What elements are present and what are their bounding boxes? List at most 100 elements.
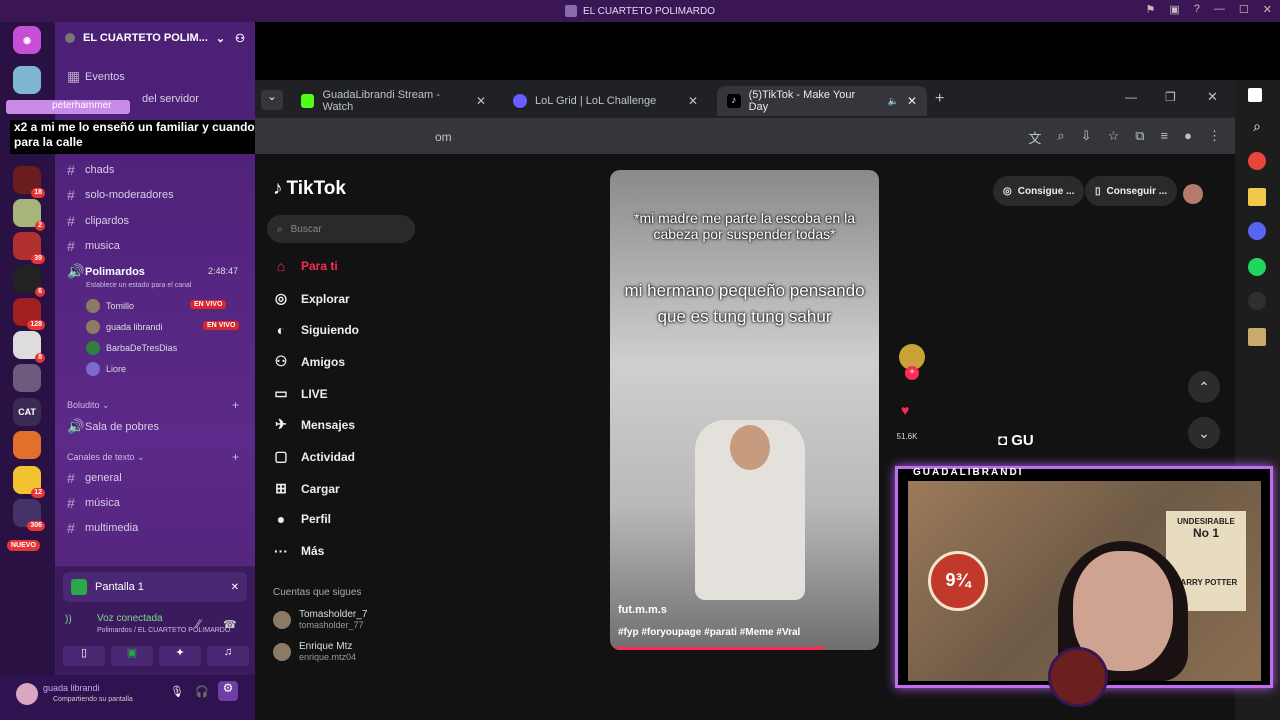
voice-user-tomillo[interactable]: Tomillo	[86, 299, 134, 313]
add-channel-icon[interactable]: +	[232, 398, 239, 412]
nav-actividad[interactable]: ▢ Actividad	[273, 448, 355, 465]
close-button[interactable]: ✕	[1263, 3, 1272, 16]
server-icon-2[interactable]: 18	[13, 166, 45, 198]
follow-plus-icon[interactable]: +	[905, 366, 919, 380]
install-icon[interactable]: ⇩	[1081, 128, 1092, 147]
settings-icon[interactable]: ⚙	[218, 681, 238, 701]
server-header[interactable]: EL CUARTETO POLIM... ⌄ ⚇	[55, 22, 255, 54]
profile-avatar-icon[interactable]: ●	[1184, 128, 1192, 147]
server-icon-11[interactable]: 12	[13, 466, 45, 498]
previous-video-button[interactable]: ⌃	[1188, 371, 1220, 403]
home-button[interactable]: ◉	[13, 26, 41, 54]
nav-para-ti[interactable]: ⌂ Para ti	[273, 258, 338, 274]
heart-icon[interactable]: ♥	[901, 402, 909, 418]
server-icon-10[interactable]	[13, 431, 41, 459]
profile-avatar[interactable]	[1183, 184, 1203, 204]
soundboard-button[interactable]: ♫	[207, 646, 249, 666]
voice-user-liore[interactable]: Liore	[86, 362, 126, 376]
server-icon-4[interactable]: 39	[13, 232, 45, 264]
restore-icon[interactable]: ❐	[1165, 90, 1176, 104]
obs-icon[interactable]	[1248, 292, 1266, 310]
channel-general[interactable]: # general	[67, 470, 122, 486]
search-input[interactable]: ⌕ Buscar	[267, 215, 415, 243]
share-screen-button[interactable]: ▣	[111, 646, 153, 666]
activities-button[interactable]: ✦	[159, 646, 201, 666]
video-player[interactable]: *mi madre me parte la escoba en la cabez…	[610, 170, 879, 650]
server-guide-item[interactable]: del servidor	[142, 93, 199, 105]
close-share-icon[interactable]: ✕	[231, 582, 239, 593]
voice-location[interactable]: Polimardos / EL CUARTETO POLIMARDO	[97, 627, 230, 634]
close-window-icon[interactable]: ✕	[1207, 89, 1218, 105]
nav-explorar[interactable]: ◎ Explorar	[273, 290, 350, 307]
category-boludito[interactable]: Boludito ⌄	[67, 400, 110, 411]
following-item[interactable]: Enrique Mtz enrique.mtz04	[273, 641, 356, 663]
voice-user-barba[interactable]: BarbaDeTresDias	[86, 341, 177, 355]
following-item[interactable]: Tomasholder_7 tomasholder_77	[273, 609, 367, 631]
voice-channel-sala[interactable]: 🔊 Sala de pobres	[67, 418, 159, 435]
noise-icon[interactable]: ⁄⁄	[197, 618, 201, 630]
chrome-icon[interactable]	[1248, 152, 1266, 170]
channel-chads[interactable]: # chads	[67, 162, 114, 178]
new-tab-button[interactable]: +	[935, 90, 944, 108]
server-icon-5[interactable]: 6	[13, 265, 45, 297]
close-tab-icon[interactable]: ✕	[907, 94, 917, 108]
tab-search-button[interactable]: ⌄	[261, 90, 283, 110]
tab-lol-grid[interactable]: LoL Grid | LoL Challenge ✕	[503, 86, 708, 116]
category-texto[interactable]: Canales de texto ⌄	[67, 452, 145, 463]
server-icon-7[interactable]: 8	[13, 331, 45, 363]
nav-cargar[interactable]: ⊞ Cargar	[273, 480, 340, 497]
headphones-icon[interactable]: 🎧	[195, 685, 209, 698]
maximize-button[interactable]: ☐	[1239, 3, 1249, 16]
add-channel-icon[interactable]: +	[232, 450, 239, 464]
nav-perfil[interactable]: ● Perfil	[273, 511, 331, 527]
voice-connected[interactable]: Voz conectada	[97, 613, 163, 624]
media-icon[interactable]: ≡	[1161, 128, 1169, 147]
windows-icon[interactable]	[1248, 88, 1262, 102]
server-icon-3[interactable]: 2	[13, 199, 45, 231]
league-icon[interactable]	[1248, 328, 1266, 346]
mic-icon[interactable]: 🎙	[170, 685, 184, 698]
close-tab-icon[interactable]: ✕	[688, 94, 698, 108]
video-progress-bar[interactable]	[610, 647, 826, 650]
server-icon-8[interactable]	[13, 364, 41, 392]
nav-mensajes[interactable]: ✈ Mensajes	[273, 416, 355, 433]
nav-amigos[interactable]: ⚇ Amigos	[273, 353, 345, 370]
channel-multimedia[interactable]: # multimedia	[67, 520, 138, 536]
video-hashtags[interactable]: #fyp #foryoupage #parati #Meme #Vral	[618, 627, 800, 638]
translate-icon[interactable]: 文	[1028, 128, 1041, 147]
channel-solo-moderadores[interactable]: # solo-moderadores	[67, 187, 174, 203]
voice-user-guada[interactable]: guada librandi	[86, 320, 163, 334]
channel-musica-2[interactable]: # música	[67, 495, 120, 511]
help-icon[interactable]: ?	[1194, 3, 1200, 16]
server-icon-1[interactable]	[13, 66, 41, 94]
close-tab-icon[interactable]: ✕	[476, 94, 486, 108]
tiktok-logo[interactable]: ♪ TikTok	[273, 178, 346, 200]
search-icon[interactable]: ⌕	[1248, 118, 1266, 136]
get-app-pill[interactable]: ▯ Conseguir ...	[1085, 176, 1178, 206]
voice-channel-polimardos[interactable]: 🔊 Polimardos	[67, 263, 145, 280]
bookmark-star-icon[interactable]: ☆	[1108, 128, 1120, 147]
events-item[interactable]: ▦ Eventos	[67, 68, 125, 85]
server-icon-6[interactable]: 128	[13, 298, 45, 330]
channel-status[interactable]: Establece un estado para el canal	[86, 282, 191, 289]
server-icon-cat[interactable]: CAT	[13, 398, 41, 426]
tab-tiktok[interactable]: ♪ (5)TikTok - Make Your Day 🔈 ✕	[717, 86, 927, 116]
camera-button[interactable]: ▯	[63, 646, 105, 666]
screen-share-card[interactable]: Pantalla 1 ✕	[63, 572, 247, 602]
user-avatar[interactable]	[16, 683, 38, 705]
discord-icon[interactable]	[1248, 222, 1266, 240]
url-text[interactable]: om	[435, 130, 452, 144]
spotify-icon[interactable]	[1248, 258, 1266, 276]
add-member-icon[interactable]: ⚇	[235, 32, 245, 45]
flag-icon[interactable]: ⚑	[1146, 3, 1156, 16]
video-author[interactable]: fut.m.m.s	[618, 604, 667, 616]
minimize-button[interactable]: —	[1214, 3, 1225, 16]
next-video-button[interactable]: ⌄	[1188, 417, 1220, 449]
extensions-icon[interactable]: ⧉	[1135, 128, 1144, 147]
disconnect-icon[interactable]: ☎	[223, 618, 237, 631]
zoom-icon[interactable]: ⌕	[1057, 128, 1064, 147]
nav-siguiendo[interactable]: ◐ Siguiendo	[273, 322, 359, 338]
folder-icon[interactable]	[1248, 188, 1266, 206]
server-icon-12[interactable]: 306	[13, 499, 45, 531]
nav-live[interactable]: ▭ LIVE	[273, 385, 327, 402]
